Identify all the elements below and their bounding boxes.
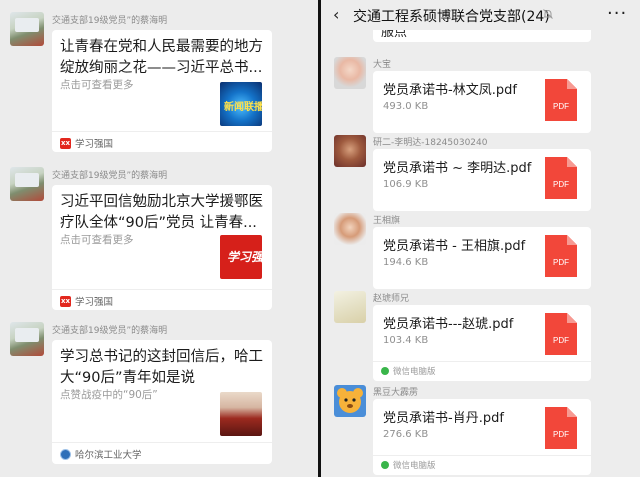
article-card[interactable]: 让青春在党和人民最需要的地方绽放绚丽之花——习近平总书... 点击可查看更多 新… (52, 30, 272, 152)
sender-name: 交通支部19级党员”的蔡海明 (52, 16, 168, 26)
article-title: 让青春在党和人民最需要的地方绽放绚丽之花——习近平总书... (60, 39, 263, 76)
avatar[interactable] (334, 57, 366, 89)
file-size: 276.6 KB (383, 429, 429, 440)
pdf-file-icon: PDF (545, 79, 577, 121)
pdf-label: PDF (553, 336, 569, 345)
file-name: 党员承诺书-林文凤.pdf (383, 83, 517, 98)
avatar[interactable] (334, 291, 366, 323)
file-size: 106.9 KB (383, 179, 429, 190)
sender-name: 王相旗 (373, 216, 401, 226)
more-dots-icon[interactable]: ··· (607, 3, 627, 24)
file-card[interactable]: 党员承诺书-林文凤.pdf 493.0 KB PDF (373, 71, 591, 133)
chat-title: 交通工程系硕博联合党支部(24) (353, 9, 550, 25)
thumbnail-caption: 学习强国 (227, 250, 262, 264)
file-name: 党员承诺书---赵琥.pdf (383, 317, 514, 332)
file-source: 微信电脑版 (381, 365, 436, 377)
file-card[interactable]: 党员承诺书-肖丹.pdf 276.6 KB PDF 微信电脑版 (373, 399, 591, 475)
file-name: 党员承诺书 ~ 李明达.pdf (383, 161, 532, 176)
article-card[interactable]: 习近平回信勉励北京大学援鄂医疗队全体“90后”党员 让青春... 点击可查看更多… (52, 185, 272, 310)
pdf-label: PDF (553, 430, 569, 439)
file-size: 103.4 KB (383, 335, 429, 346)
avatar[interactable] (10, 167, 44, 201)
source-name: 学习强国 (75, 297, 114, 308)
hit-university-logo-icon (60, 448, 71, 460)
pdf-file-icon: PDF (545, 235, 577, 277)
article-desc: 点击可查看更多 (60, 234, 134, 246)
file-name: 党员承诺书-肖丹.pdf (383, 411, 504, 426)
xuexi-qiangguo-logo-icon: xx (60, 295, 71, 307)
file-card[interactable]: 党员承诺书 - 王相旗.pdf 194.6 KB PDF (373, 227, 591, 289)
avatar[interactable] (334, 135, 366, 167)
sender-name: 交通支部19级党员”的蔡海明 (52, 326, 168, 336)
article-card[interactable]: 学习总书记的这封回信后，哈工大“90后”青年如是说 点赞战疫中的“90后” 哈尔… (52, 340, 272, 464)
chevron-left-icon[interactable]: ‹ (333, 5, 339, 24)
file-size: 493.0 KB (383, 101, 429, 112)
file-card[interactable]: 党员承诺书---赵琥.pdf 103.4 KB PDF 微信电脑版 (373, 305, 591, 381)
source-name: 微信电脑版 (393, 367, 436, 377)
sender-name: 大宝 (373, 60, 392, 70)
xuexi-qiangguo-logo-icon: xx (60, 137, 71, 149)
card-divider (52, 442, 272, 443)
article-desc: 点赞战疫中的“90后” (60, 389, 158, 401)
source-name: 学习强国 (75, 139, 114, 150)
article-title: 习近平回信勉励北京大学援鄂医疗队全体“90后”党员 让青春... (60, 194, 263, 231)
bell-muted-icon (543, 9, 553, 19)
article-thumbnail: 学习强国 (220, 235, 262, 279)
article-thumbnail: 新闻联播 (220, 82, 262, 126)
avatar[interactable] (334, 385, 366, 417)
wechat-pc-icon (381, 367, 389, 375)
sender-name: 研二-李明达-18245030240 (373, 138, 488, 148)
pdf-file-icon: PDF (545, 313, 577, 355)
article-source: 哈尔滨工业大学 (60, 447, 142, 461)
file-source: 微信电脑版 (381, 459, 436, 471)
article-source: xx 学习强国 (60, 294, 113, 308)
avatar[interactable] (10, 12, 44, 46)
sender-name: 黑豆大霹雳 (373, 388, 419, 398)
avatar[interactable] (334, 213, 366, 245)
card-divider (373, 455, 591, 456)
pdf-label: PDF (553, 258, 569, 267)
chat-header: ‹ 交通工程系硕博联合党支部(24) ··· (321, 0, 640, 30)
source-name: 哈尔滨工业大学 (75, 450, 142, 461)
right-chat-panel: 服点 大宝 党员承诺书-林文凤.pdf 493.0 KB PDF 研二-李明达-… (321, 0, 640, 477)
pdf-label: PDF (553, 180, 569, 189)
bear-avatar-icon (337, 388, 363, 413)
card-divider (52, 131, 272, 132)
thumbnail-caption: 新闻联播 (224, 102, 262, 113)
article-thumbnail (220, 392, 262, 436)
left-chat-panel: 交通支部19级党员”的蔡海明 让青春在党和人民最需要的地方绽放绚丽之花——习近平… (0, 0, 318, 477)
sender-name: 赵琥师兄 (373, 294, 410, 304)
file-size: 194.6 KB (383, 257, 429, 268)
article-source: xx 学习强国 (60, 136, 113, 150)
pdf-label: PDF (553, 102, 569, 111)
pdf-file-icon: PDF (545, 407, 577, 449)
pdf-file-icon: PDF (545, 157, 577, 199)
article-title: 学习总书记的这封回信后，哈工大“90后”青年如是说 (60, 349, 263, 386)
file-card[interactable]: 党员承诺书 ~ 李明达.pdf 106.9 KB PDF (373, 149, 591, 211)
avatar[interactable] (10, 322, 44, 356)
article-desc: 点击可查看更多 (60, 79, 134, 91)
card-divider (373, 361, 591, 362)
source-name: 微信电脑版 (393, 461, 436, 471)
wechat-pc-icon (381, 461, 389, 469)
sender-name: 交通支部19级党员”的蔡海明 (52, 171, 168, 181)
card-divider (52, 289, 272, 290)
file-name: 党员承诺书 - 王相旗.pdf (383, 239, 526, 254)
